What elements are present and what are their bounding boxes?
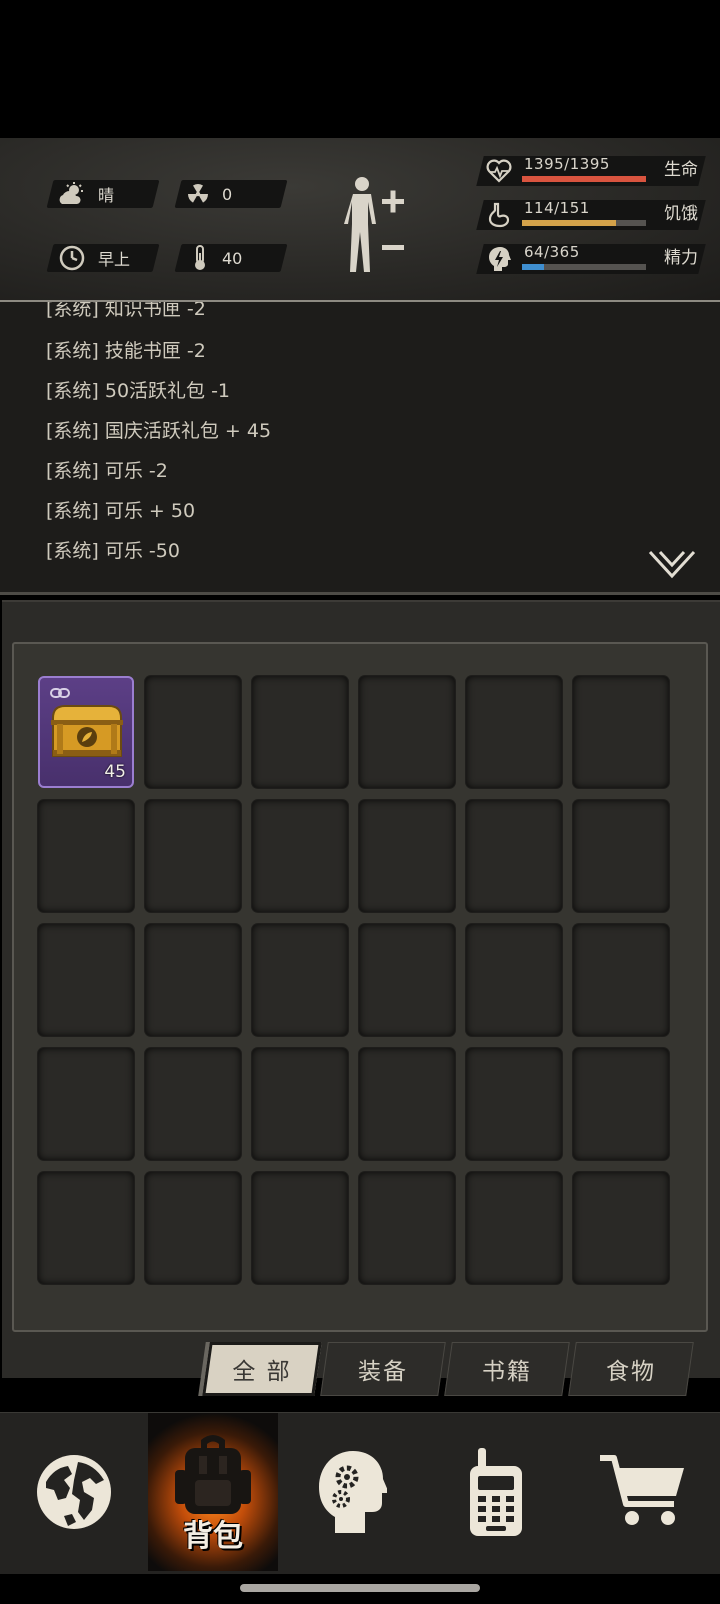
log-line: [系统] 技能书匣 -2 xyxy=(46,340,206,362)
log-line: [系统] 可乐 -2 xyxy=(46,460,168,482)
inventory-slot-empty[interactable] xyxy=(573,676,669,788)
clock-icon xyxy=(58,244,86,272)
life-stat[interactable]: 1395/1395 生命 xyxy=(476,154,718,188)
log-line: [系统] 知识书匣 -2 xyxy=(46,302,206,320)
hunger-value: 114/151 xyxy=(524,199,590,217)
tab-food[interactable]: 食物 xyxy=(572,1342,690,1396)
inventory-slot-empty[interactable] xyxy=(466,1172,562,1284)
nav-backpack-label: 背包 xyxy=(183,1519,243,1554)
inventory-panel: 45 xyxy=(12,642,708,1332)
radiation-value: 0 xyxy=(222,184,233,204)
message-log[interactable]: [系统] 知识书匣 -2 [系统] 技能书匣 -2 [系统] 50活跃礼包 -1… xyxy=(0,302,720,594)
nav-radio[interactable] xyxy=(426,1413,566,1571)
head-gears-icon xyxy=(319,1451,387,1533)
globe-icon xyxy=(37,1455,111,1529)
inventory-slot-empty[interactable] xyxy=(359,924,455,1036)
inventory-slot-empty[interactable] xyxy=(573,800,669,912)
cloud-sun-icon xyxy=(58,180,86,208)
inventory-slot-empty[interactable] xyxy=(359,1048,455,1160)
radiation-icon xyxy=(184,180,212,208)
life-label: 生命 xyxy=(664,160,698,180)
inventory-slot-empty[interactable] xyxy=(145,1172,241,1284)
inventory-slot-empty[interactable] xyxy=(466,800,562,912)
inventory-slot-filled[interactable]: 45 xyxy=(38,676,134,788)
inventory-slot-empty[interactable] xyxy=(359,676,455,788)
nav-shop[interactable] xyxy=(566,1413,720,1571)
inventory-slot-empty[interactable] xyxy=(466,676,562,788)
heart-pulse-icon xyxy=(486,158,512,184)
temperature-value: 40 xyxy=(222,248,243,268)
inventory-slot-empty[interactable] xyxy=(466,924,562,1036)
home-indicator[interactable] xyxy=(240,1584,480,1592)
inventory-slot-empty[interactable] xyxy=(145,676,241,788)
log-line: [系统] 国庆活跃礼包 + 45 xyxy=(46,420,272,442)
nav-backpack[interactable]: 背包 xyxy=(148,1413,278,1571)
inventory-slot-empty[interactable] xyxy=(145,1048,241,1160)
body-status-button[interactable] xyxy=(340,176,410,276)
body-figure-icon xyxy=(344,177,404,272)
shopping-cart-icon xyxy=(600,1455,684,1525)
status-header: 晴 0 早上 40 1395/1395 生命 114/151 饥饿 64/365… xyxy=(0,138,720,302)
log-collapse-button[interactable] xyxy=(648,550,696,582)
inventory-slot-empty[interactable] xyxy=(38,1048,134,1160)
inventory-slot-empty[interactable] xyxy=(252,924,348,1036)
link-icon xyxy=(50,684,70,703)
tab-all[interactable]: 全 部 xyxy=(206,1342,318,1396)
inventory-slot-empty[interactable] xyxy=(252,800,348,912)
double-chevron-down-icon xyxy=(648,550,696,579)
log-divider xyxy=(0,592,720,595)
radiation-indicator[interactable]: 0 xyxy=(184,180,232,208)
head-bolt-icon xyxy=(486,246,512,272)
thermometer-icon xyxy=(186,244,214,272)
nav-map[interactable] xyxy=(0,1413,148,1571)
inventory-slot-empty[interactable] xyxy=(573,1172,669,1284)
temperature-indicator[interactable]: 40 xyxy=(186,244,242,272)
energy-value: 64/365 xyxy=(524,243,580,261)
hunger-stat[interactable]: 114/151 饥饿 xyxy=(476,198,718,232)
tab-equipment[interactable]: 装备 xyxy=(324,1342,442,1396)
inventory-slot-empty[interactable] xyxy=(252,1048,348,1160)
time-indicator[interactable]: 早上 xyxy=(58,244,130,272)
inventory-slot-empty[interactable] xyxy=(359,800,455,912)
inventory-slot-empty[interactable] xyxy=(38,1172,134,1284)
inventory-slot-empty[interactable] xyxy=(145,800,241,912)
inventory-slot-empty[interactable] xyxy=(573,1048,669,1160)
treasure-chest-icon xyxy=(49,704,125,764)
log-line: [系统] 可乐 + 50 xyxy=(46,500,196,522)
item-count: 45 xyxy=(104,762,126,782)
weather-value: 晴 xyxy=(98,186,115,205)
inventory-slot-empty[interactable] xyxy=(38,800,134,912)
life-bar xyxy=(522,176,646,182)
energy-stat[interactable]: 64/365 精力 xyxy=(476,242,718,276)
energy-label: 精力 xyxy=(664,248,698,268)
inventory-slot-empty[interactable] xyxy=(252,676,348,788)
nav-skills[interactable] xyxy=(278,1413,426,1571)
weather-indicator[interactable]: 晴 xyxy=(58,180,114,208)
time-value: 早上 xyxy=(98,250,131,269)
tab-books[interactable]: 书籍 xyxy=(448,1342,566,1396)
inventory-slot-empty[interactable] xyxy=(359,1172,455,1284)
log-line: [系统] 50活跃礼包 -1 xyxy=(46,380,231,402)
inventory-slot-empty[interactable] xyxy=(252,1172,348,1284)
filter-tabs: 全 部 装备 书籍 食物 xyxy=(200,1342,700,1396)
bottom-nav: 背包 xyxy=(0,1412,720,1574)
walkie-talkie-icon xyxy=(470,1448,522,1536)
life-value: 1395/1395 xyxy=(524,155,610,173)
inventory-slot-empty[interactable] xyxy=(145,924,241,1036)
inventory-slot-empty[interactable] xyxy=(466,1048,562,1160)
energy-bar xyxy=(522,264,646,270)
inventory-slot-empty[interactable] xyxy=(38,924,134,1036)
hunger-label: 饥饿 xyxy=(664,204,698,224)
log-line: [系统] 可乐 -50 xyxy=(46,540,180,562)
hunger-bar xyxy=(522,220,646,226)
stomach-icon xyxy=(486,202,512,228)
inventory-slot-empty[interactable] xyxy=(573,924,669,1036)
